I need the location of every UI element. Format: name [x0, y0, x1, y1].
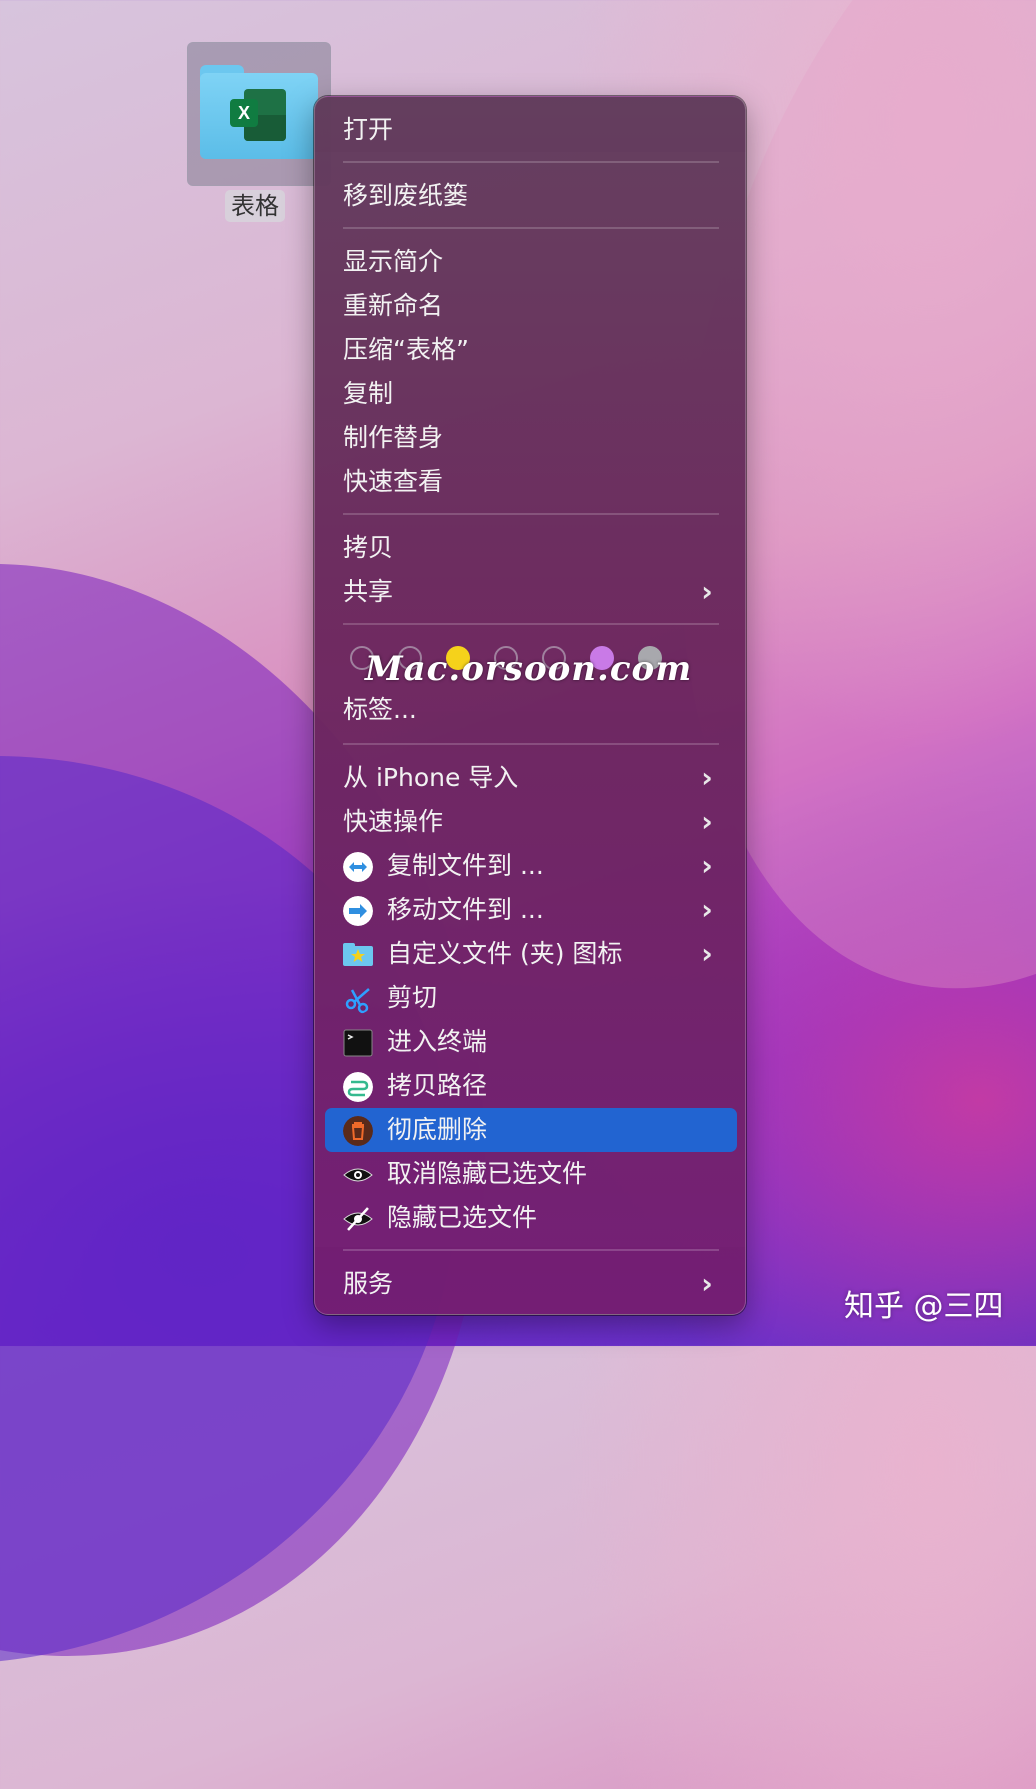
zhihu-watermark: 知乎 @三四 [844, 1289, 1004, 1324]
folder-star-icon [343, 943, 373, 966]
menu-item-quick-look[interactable]: 快速查看 [343, 462, 719, 502]
watermark-text: Mac.orsoon.com [365, 649, 693, 689]
scissors-icon [345, 988, 370, 1014]
chevron-right-icon: › [701, 893, 713, 926]
chevron-right-icon: › [701, 937, 713, 970]
menu-item-label: 自定义文件 (夹) 图标 [387, 939, 623, 968]
menu-item-hide-selected[interactable]: 隐藏已选文件 [343, 1198, 719, 1238]
menu-separator [343, 1249, 719, 1251]
excel-icon: X [230, 89, 286, 141]
menu-item-label: 彻底删除 [387, 1115, 488, 1144]
menu-item-open[interactable]: 打开 [343, 110, 719, 150]
menu-item-quick-actions[interactable]: 快速操作 › [343, 802, 719, 842]
terminal-icon [343, 1029, 373, 1057]
menu-item-custom-folder-icon[interactable]: 自定义文件 (夹) 图标 › [343, 934, 719, 974]
eye-slash-icon [343, 1207, 373, 1231]
chevron-right-icon: › [701, 761, 713, 794]
menu-item-rename[interactable]: 重新命名 [343, 286, 719, 326]
menu-item-duplicate[interactable]: 复制 [343, 374, 719, 414]
menu-item-make-alias[interactable]: 制作替身 [343, 418, 719, 458]
menu-item-unhide-selected[interactable]: 取消隐藏已选文件 [343, 1154, 719, 1194]
menu-item-label: 取消隐藏已选文件 [387, 1159, 588, 1188]
menu-item-copy-path[interactable]: 拷贝路径 [343, 1066, 719, 1106]
menu-item-label: 进入终端 [387, 1027, 488, 1056]
copy-arrows-icon [343, 852, 373, 882]
menu-item-label: 服务 [343, 1269, 394, 1298]
menu-item-open-terminal[interactable]: 进入终端 [343, 1022, 719, 1062]
desktop-folder-label: 表格 [225, 190, 285, 222]
chevron-right-icon: › [701, 849, 713, 882]
copy-path-icon [343, 1072, 373, 1102]
menu-separator [343, 227, 719, 229]
menu-item-copy[interactable]: 拷贝 [343, 528, 719, 568]
move-arrow-icon [343, 896, 373, 926]
menu-separator [343, 623, 719, 625]
menu-item-compress[interactable]: 压缩“表格” [343, 330, 719, 370]
menu-item-label: 移动文件到 ... [387, 895, 544, 924]
menu-item-get-info[interactable]: 显示简介 [343, 242, 719, 282]
eye-icon [343, 1168, 373, 1182]
menu-item-label: 复制文件到 ... [387, 851, 544, 880]
menu-item-services[interactable]: 服务 › [343, 1264, 719, 1304]
menu-item-label: 快速操作 [343, 807, 444, 836]
menu-item-label: 从 iPhone 导入 [343, 763, 519, 792]
menu-separator [343, 513, 719, 515]
menu-item-copy-file-to[interactable]: 复制文件到 ... › [343, 846, 719, 886]
folder-icon: X [200, 65, 318, 159]
context-menu: 打开 移到废纸篓 显示简介 重新命名 压缩“表格” 复制 制作替身 快速查看 拷… [314, 96, 746, 1315]
menu-item-tags[interactable]: 标签... [343, 690, 719, 730]
menu-item-move-file-to[interactable]: 移动文件到 ... › [343, 890, 719, 930]
menu-item-import-from-iphone[interactable]: 从 iPhone 导入 › [343, 758, 719, 798]
menu-separator [343, 743, 719, 745]
menu-item-label: 共享 [343, 577, 394, 606]
desktop-folder-icon[interactable]: X [187, 42, 331, 186]
chevron-right-icon: › [701, 805, 713, 838]
chevron-right-icon: › [701, 575, 713, 608]
menu-item-share[interactable]: 共享 › [343, 572, 719, 612]
menu-item-delete-permanently[interactable]: 彻底删除 [343, 1110, 719, 1150]
menu-separator [343, 161, 719, 163]
menu-item-move-to-trash[interactable]: 移到废纸篓 [343, 176, 719, 216]
menu-item-label: 拷贝路径 [387, 1071, 488, 1100]
menu-item-label: 剪切 [387, 983, 438, 1012]
menu-item-cut[interactable]: 剪切 [343, 978, 719, 1018]
chevron-right-icon: › [701, 1267, 713, 1300]
menu-item-label: 隐藏已选文件 [387, 1203, 538, 1232]
trash-icon [343, 1116, 373, 1146]
